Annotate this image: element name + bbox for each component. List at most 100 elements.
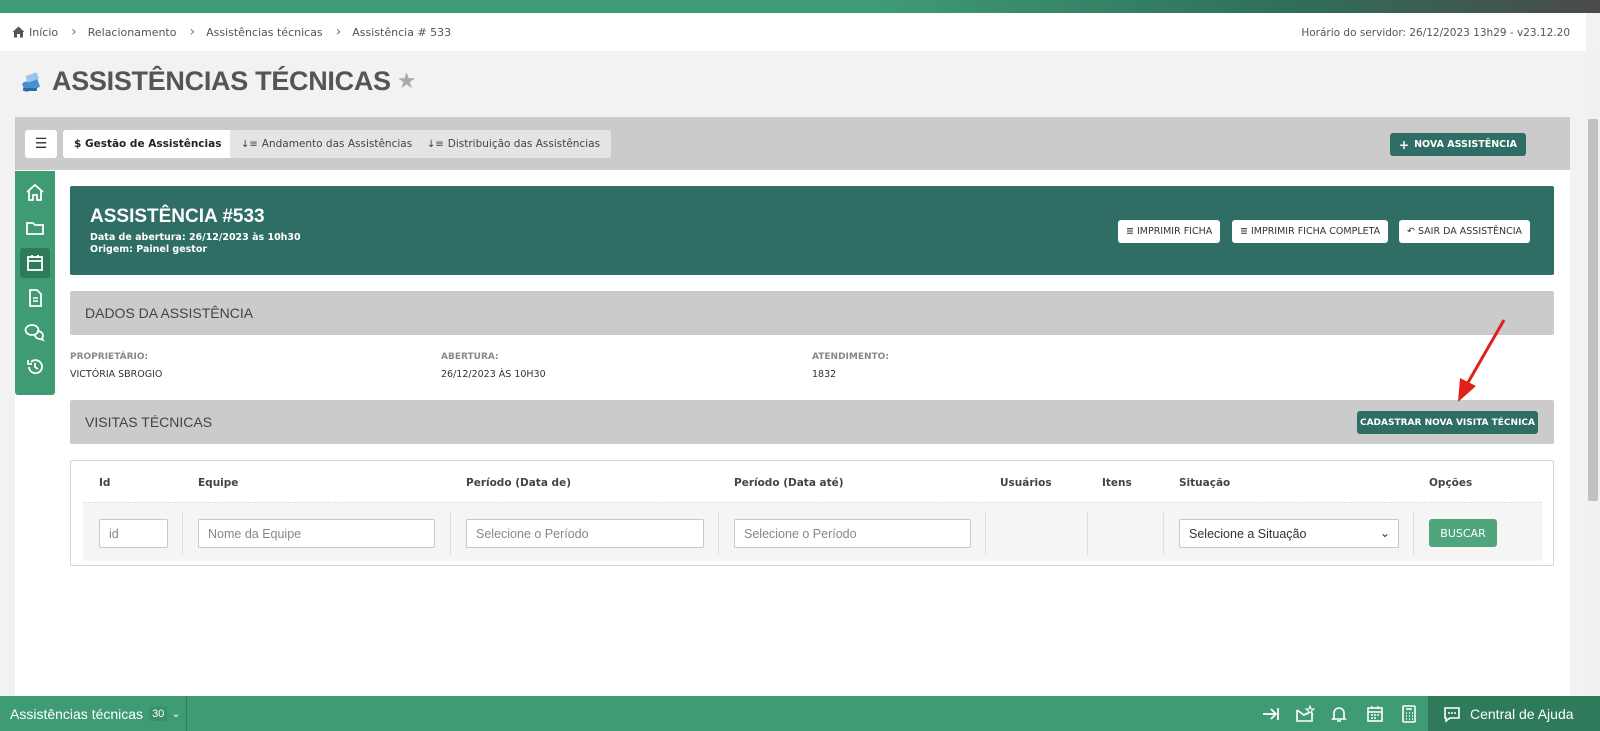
sort-icon: ↓≡ [427,138,444,150]
chevron-down-icon: ⌄ [171,708,181,720]
tab-andamento[interactable]: ↓≡ Andamento das Assistências [230,130,424,158]
list-icon: ≣ [1240,226,1248,237]
tab-bar: ☰ $ Gestão de Assistências ↓≡ Andamento … [15,117,1570,170]
sort-icon: ↓≡ [241,138,258,150]
bell-icon[interactable] [1328,703,1350,725]
breadcrumb-label: Assistências técnicas [206,25,323,39]
tab-distribuicao[interactable]: ↓≡ Distribuição das Assistências [416,130,612,158]
chat-icon [24,324,45,342]
calculator-icon[interactable] [1398,703,1420,725]
breadcrumb-relacionamento[interactable]: Relacionamento [88,26,177,39]
breadcrumb-label: Relacionamento [87,25,177,39]
side-nav-home[interactable] [20,178,50,208]
help-center-button[interactable]: Central de Ajuda [1428,696,1600,731]
scrollbar[interactable] [1586,51,1600,696]
help-label: Central de Ajuda [1470,705,1574,722]
plus-icon: + [1399,137,1410,152]
module-switcher[interactable]: Assistências técnicas 30 ⌄ [0,696,187,731]
origin: Origem: Painel gestor [90,244,208,255]
chevron-right-icon: › [71,24,77,40]
reply-icon: ↶ [1407,226,1415,237]
mail-star-icon[interactable] [1294,703,1316,725]
chevron-right-icon: › [189,24,196,40]
column-header: Usuários [1000,477,1052,489]
tab-label: $ Gestão de Assistências [74,138,222,150]
assistance-header-card: ASSISTÊNCIA #533 Data de abertura: 26/12… [70,186,1554,275]
calendar-icon [27,255,43,271]
section-dados: DADOS DA ASSISTÊNCIA [70,291,1554,335]
side-nav-folder[interactable] [20,213,50,243]
column-divider [450,511,451,555]
side-nav-document[interactable] [20,283,50,313]
period-from-input[interactable]: Selecione o Período [466,519,704,548]
id-filter-input[interactable]: id [99,519,168,548]
home-icon [12,26,25,38]
column-header: Equipe [198,477,239,489]
home-icon [26,183,44,201]
side-nav [15,171,55,395]
new-assistance-button[interactable]: + NOVA ASSISTÊNCIA [1390,133,1526,156]
tab-label: Distribuição das Assistências [447,138,601,150]
visits-table: Id Equipe Período (Data de) Período (Dat… [70,460,1554,566]
exit-assistance-button[interactable]: ↶ SAIR DA ASSISTÊNCIA [1399,220,1531,243]
breadcrumb: Início › Relacionamento › Assistências t… [0,13,1586,51]
bottom-bar: Assistências técnicas 30 ⌄ Central de Aj… [0,696,1600,731]
status-select[interactable]: Selecione a Situação ⌄ [1179,519,1399,548]
column-header: Id [99,477,111,489]
breadcrumb-current: Assistência # 533 [352,26,451,39]
chevron-down-icon: ⌄ [1379,526,1390,540]
favorite-star-icon[interactable]: ★ [397,69,417,94]
print-full-sheet-button[interactable]: ≣ IMPRIMIR FICHA COMPLETA [1232,220,1389,243]
side-nav-chat[interactable] [20,317,50,347]
period-to-input[interactable]: Selecione o Período [734,519,971,548]
tab-gestao[interactable]: $ Gestão de Assistências [63,130,233,158]
column-header: Período (Data até) [734,477,844,489]
menu-button[interactable]: ☰ [25,130,57,158]
opening-value: 26/12/2023 ÀS 10H30 [441,369,546,380]
history-icon [27,359,43,375]
section-title: DADOS DA ASSISTÊNCIA [85,305,254,321]
section-visitas: VISITAS TÉCNICAS [70,400,1554,444]
opening-label: ABERTURA: [441,352,499,362]
breadcrumb-label: Início [29,25,59,39]
owner-label: PROPRIETÁRIO: [70,352,149,362]
breadcrumb-assistencias[interactable]: Assistências técnicas [206,26,323,39]
column-header: Opções [1429,477,1473,489]
column-divider [1163,511,1164,555]
column-divider [1413,511,1414,555]
service-value: 1832 [812,369,837,380]
assistance-title: ASSISTÊNCIA #533 [90,206,265,227]
column-header: Período (Data de) [466,477,571,489]
breadcrumb-home[interactable]: Início [12,26,58,39]
service-label: ATENDIMENTO: [812,352,889,362]
print-sheet-button[interactable]: ≣ IMPRIMIR FICHA [1118,220,1221,243]
side-nav-history[interactable] [20,352,50,382]
module-count-badge: 30 [149,706,168,721]
hamburger-icon: ☰ [34,136,48,152]
button-label: NOVA ASSISTÊNCIA [1414,139,1517,150]
page-title: ASSISTÊNCIAS TÉCNICAS ★ [20,66,416,97]
owner-value: VICTÓRIA SBROGIO [70,369,163,380]
side-nav-calendar[interactable] [20,248,50,278]
collapse-icon[interactable] [1260,703,1282,725]
opening-date: Data de abertura: 26/12/2023 às 10h30 [90,232,301,243]
list-icon: ≣ [1126,226,1134,237]
folder-icon [26,222,44,235]
search-button[interactable]: BUSCAR [1429,519,1497,547]
tools-icon [20,70,44,94]
document-icon [29,289,42,307]
server-time: Horário do servidor: 26/12/2023 13h29 - … [1301,27,1570,39]
column-divider [1087,511,1088,555]
calendar-icon[interactable] [1364,703,1386,725]
section-title: VISITAS TÉCNICAS [85,414,213,430]
team-filter-input[interactable]: Nome da Equipe [198,519,435,548]
scrollbar-thumb[interactable] [1588,119,1598,501]
column-divider [718,511,719,555]
page-title-text: ASSISTÊNCIAS TÉCNICAS [52,66,391,96]
module-label: Assistências técnicas [10,705,144,722]
breadcrumb-label: Assistência # 533 [352,25,452,39]
new-visit-button[interactable]: CADASTRAR NOVA VISITA TÉCNICA [1357,411,1538,434]
column-header: Itens [1102,477,1132,489]
button-label: SAIR DA ASSISTÊNCIA [1417,226,1523,237]
top-stripe [0,0,1600,13]
